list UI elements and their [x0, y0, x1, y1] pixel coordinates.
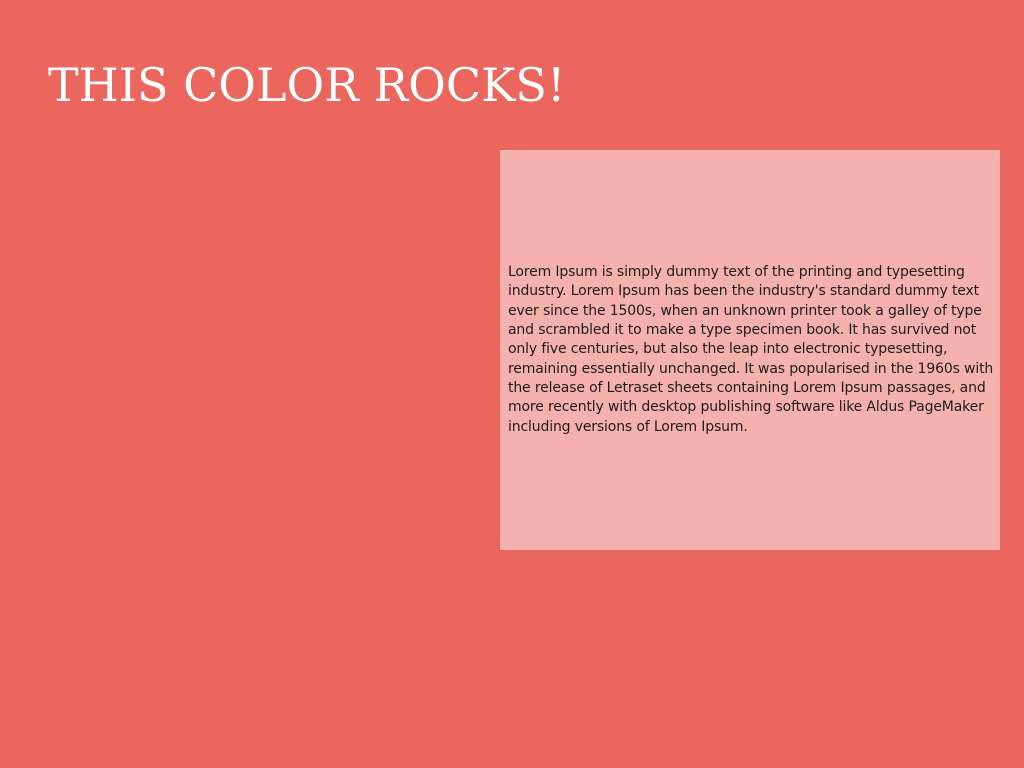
- slide-page: THIS COLOR ROCKS! Lorem Ipsum is simply …: [0, 0, 1024, 768]
- text-box: Lorem Ipsum is simply dummy text of the …: [500, 150, 1000, 550]
- body-text: Lorem Ipsum is simply dummy text of the …: [508, 264, 994, 435]
- page-title: THIS COLOR ROCKS!: [48, 58, 566, 112]
